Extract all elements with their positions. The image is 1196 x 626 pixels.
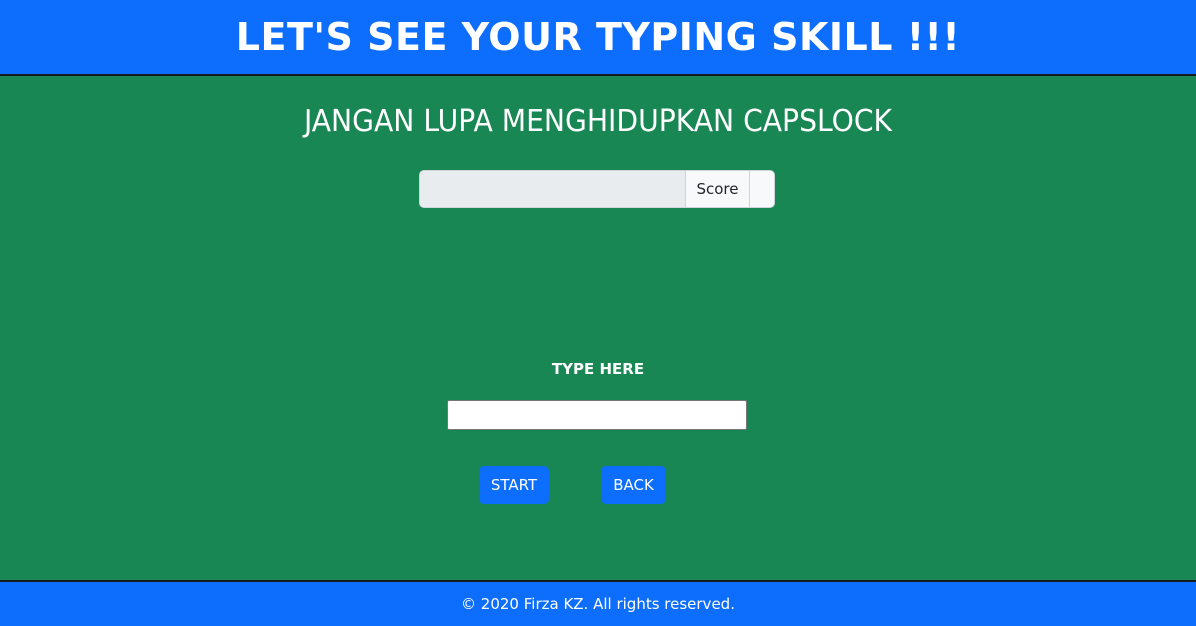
start-button[interactable]: START bbox=[479, 466, 549, 504]
main-content: JANGAN LUPA MENGHIDUPKAN CAPSLOCK Score … bbox=[0, 76, 1196, 580]
score-display-field[interactable] bbox=[420, 171, 685, 207]
page-title: LET'S SEE YOUR TYPING SKILL !!! bbox=[235, 15, 961, 59]
score-value bbox=[749, 171, 774, 207]
back-button[interactable]: BACK bbox=[601, 466, 666, 504]
type-here-label: TYPE HERE bbox=[551, 360, 645, 378]
typing-input[interactable] bbox=[447, 400, 747, 430]
capslock-reminder: JANGAN LUPA MENGHIDUPKAN CAPSLOCK bbox=[303, 104, 893, 139]
page-header: LET'S SEE YOUR TYPING SKILL !!! bbox=[0, 0, 1196, 76]
page-footer: © 2020 Firza KZ. All rights reserved. bbox=[0, 580, 1196, 626]
score-group: Score bbox=[419, 170, 775, 208]
score-label: Score bbox=[685, 171, 749, 207]
copyright-text: © 2020 Firza KZ. All rights reserved. bbox=[461, 595, 735, 613]
